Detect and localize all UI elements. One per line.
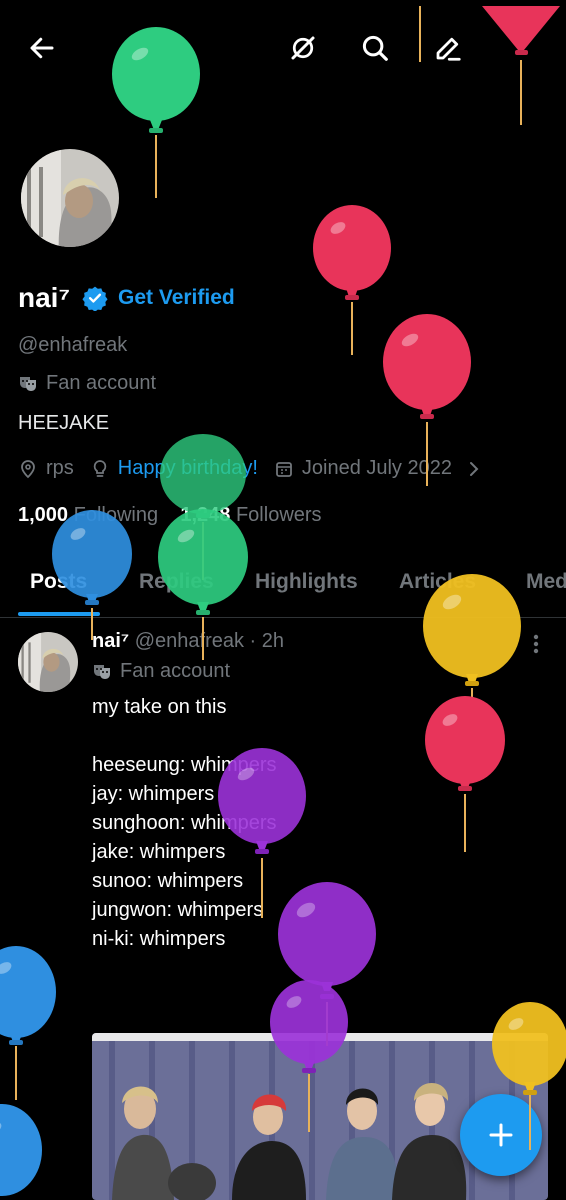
post-avatar[interactable] — [18, 632, 78, 692]
edit-button[interactable] — [428, 28, 468, 68]
profile-label-text: Fan account — [46, 372, 157, 394]
post-line: heeseung: whimpers — [92, 754, 277, 776]
tab-highlights[interactable]: Highlights — [255, 570, 358, 594]
post-time: · 2h — [249, 630, 285, 652]
post-author-name[interactable]: nai⁷ — [92, 630, 129, 652]
followers-label: Followers — [235, 504, 322, 526]
following-count: 1,000 — [18, 504, 69, 526]
theater-masks-icon — [20, 376, 36, 391]
followers-stat[interactable]: 1,248 Followers — [180, 504, 321, 526]
following-stat[interactable]: 1,000 Following — [18, 504, 158, 526]
profile-meta-row: rps Happy birthday! Joined July 2022 — [18, 457, 492, 480]
profile-name-row: nai⁷ Get Verified — [18, 280, 235, 316]
tab-articles[interactable]: Articles — [399, 570, 476, 594]
post-line: ni-ki: whimpers — [92, 928, 226, 950]
location-text: rps — [46, 457, 74, 479]
post-line: jungwon: whimpers — [92, 899, 264, 921]
search-icon — [362, 35, 388, 61]
theater-masks-icon — [94, 664, 110, 679]
post-author-handle[interactable]: @enhafreak — [135, 630, 244, 652]
profile-name: nai⁷ — [18, 282, 71, 313]
post-line: jake: whimpers — [92, 841, 226, 863]
profile-bio: HEEJAKE — [18, 412, 110, 434]
post-line: sunghoon: whimpers — [92, 812, 277, 834]
profile-handle: @enhafreak — [18, 334, 128, 356]
followers-count: 1,248 — [180, 504, 231, 526]
location-pin-icon — [21, 459, 35, 478]
post-author-label: Fan account — [92, 660, 230, 683]
location-item: rps — [18, 457, 74, 480]
grok-button[interactable] — [283, 28, 323, 68]
post-header: nai⁷ @enhafreak · 2h — [92, 630, 284, 653]
more-options-icon[interactable] — [526, 632, 546, 656]
top-bar — [0, 0, 566, 96]
website-item[interactable]: Happy birthday! — [90, 457, 258, 480]
post-label-text: Fan account — [120, 660, 231, 682]
verified-badge-icon — [82, 286, 108, 311]
post-line: my take on this — [92, 696, 227, 718]
active-tab-indicator — [18, 612, 100, 616]
post-line: sunoo: whimpers — [92, 870, 244, 892]
post-line — [92, 722, 277, 751]
edit-pencil-icon — [436, 37, 461, 61]
post-text: my take on this heeseung: whimpers jay: … — [92, 693, 277, 954]
follow-stats: 1,000 Following 1,248 Followers — [18, 504, 322, 527]
balloon — [313, 205, 391, 355]
post-line: jay: whimpers — [92, 783, 215, 805]
get-verified-link[interactable]: Get Verified — [118, 286, 235, 310]
joined-item: Joined July 2022 — [274, 457, 452, 480]
arrow-left-icon — [30, 37, 54, 59]
tab-media[interactable]: Media — [526, 570, 566, 594]
joined-text: Joined July 2022 — [301, 457, 452, 479]
website-link[interactable]: Happy birthday! — [118, 457, 258, 480]
chevron-right-icon[interactable] — [464, 459, 484, 479]
plus-icon — [489, 1123, 513, 1147]
search-button[interactable] — [355, 28, 395, 68]
grok-icon — [291, 36, 315, 60]
tab-posts[interactable]: Posts — [30, 570, 87, 594]
calendar-icon — [275, 461, 292, 477]
compose-fab-button[interactable] — [460, 1094, 542, 1176]
tab-replies[interactable]: Replies — [139, 570, 214, 594]
following-label: Following — [73, 504, 159, 526]
profile-avatar[interactable] — [18, 146, 122, 250]
profile-tabs: Posts Replies Highlights Articles Media — [0, 556, 566, 618]
profile-label[interactable]: Fan account — [18, 372, 156, 395]
lightbulb-icon — [93, 459, 107, 477]
back-button[interactable] — [22, 28, 62, 68]
